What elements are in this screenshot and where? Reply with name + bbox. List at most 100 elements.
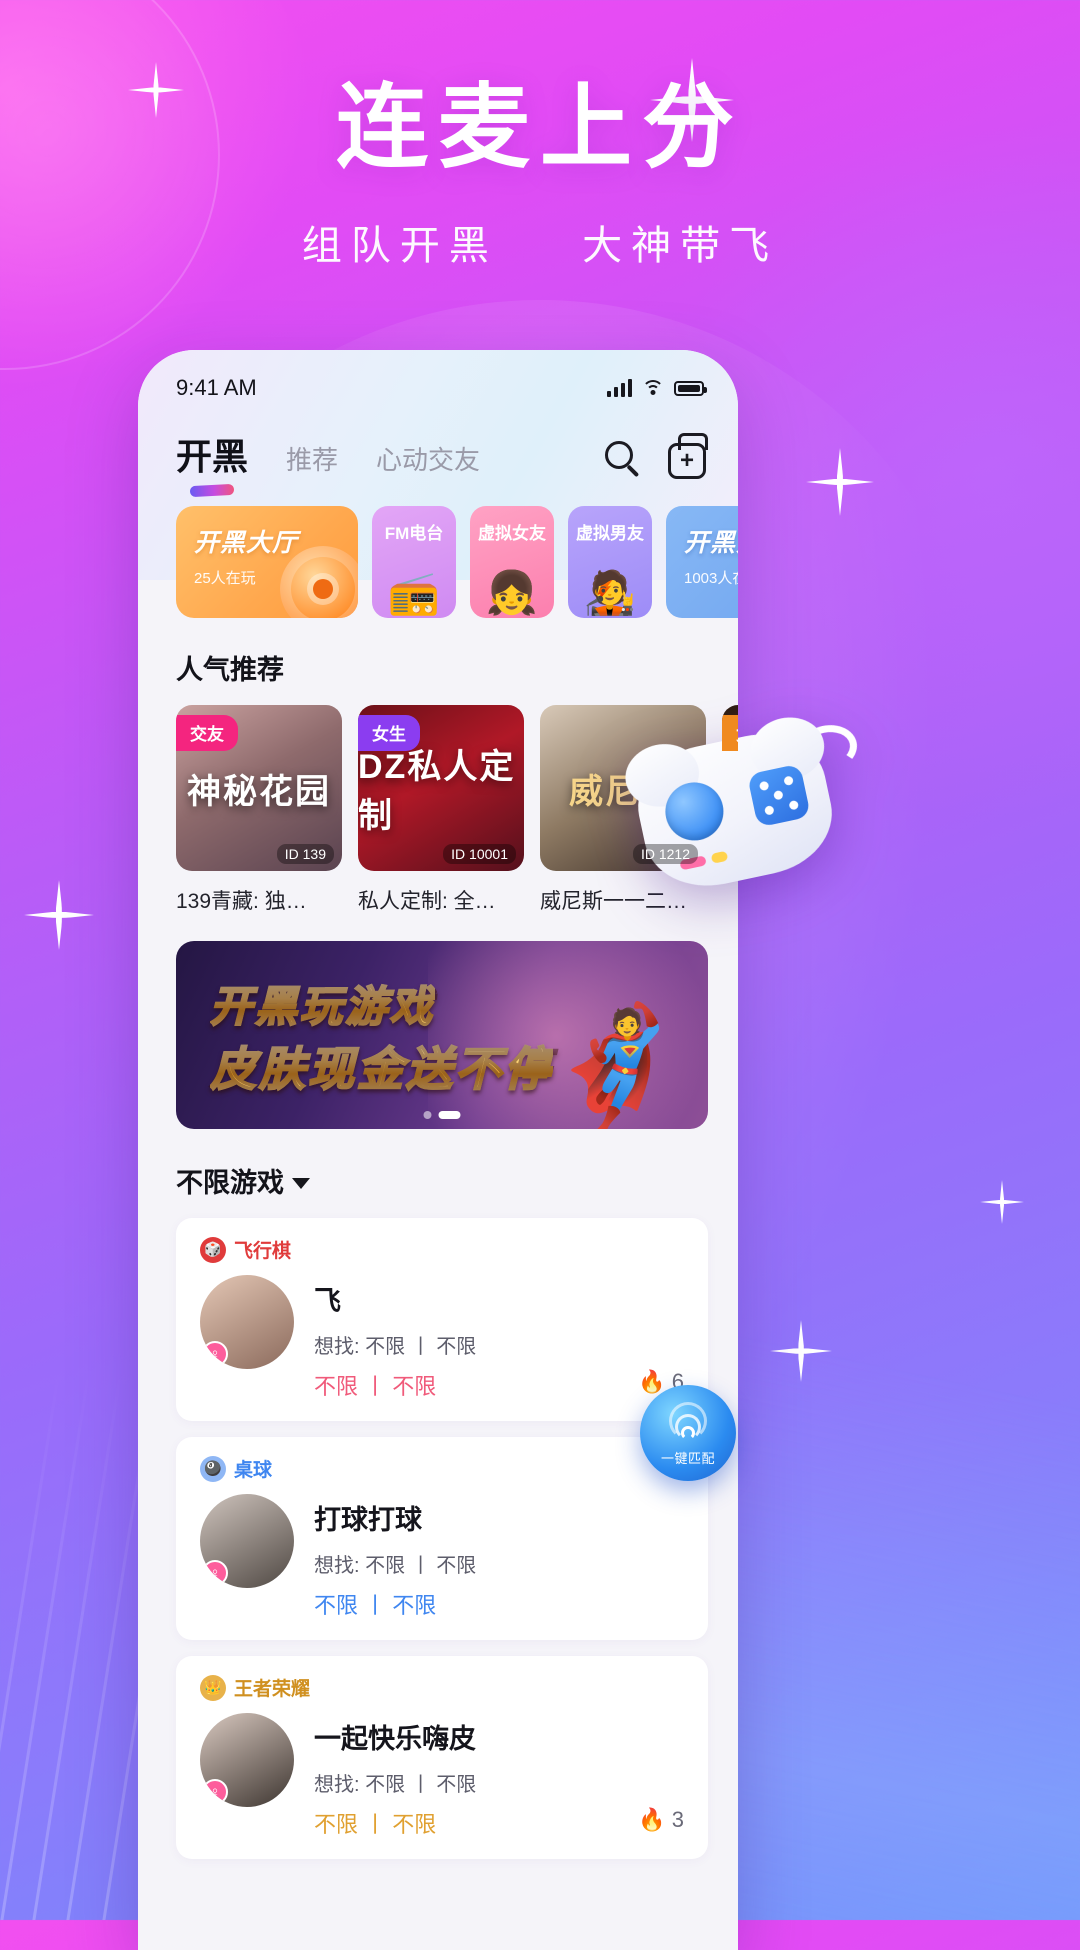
hero-subtitle-left: 组队开黑 — [301, 224, 498, 269]
girl-avatar-icon: 👧 — [485, 569, 539, 616]
popular-card-thumbnail: 女生 DZ私人定制 ID 10001 — [358, 705, 524, 871]
category-card-title: 虚拟女友 — [478, 524, 546, 543]
fire-icon: 🔥 — [638, 1369, 666, 1394]
room-want-label: 想找: 不限 丨 不限 — [314, 1555, 477, 1577]
popular-card-caption: 139青藏: 独… — [176, 890, 307, 913]
category-card-virtual-boyfriend[interactable]: 虚拟男友 🧑‍🎤 — [568, 506, 652, 618]
room-want-label: 想找: 不限 丨 不限 — [314, 1336, 477, 1358]
promo-banner[interactable]: 开黑玩游戏 皮肤现金送不停 🦸 — [176, 941, 708, 1129]
room-body: ♀ 一起快乐嗨皮 想找: 不限 丨 不限 不限 丨 不限 — [200, 1713, 686, 1839]
popular-card-caption: 私人定制: 全… — [358, 890, 496, 913]
room-title: 打球打球 — [314, 1505, 422, 1535]
hero-subtitle-right: 大神带飞 — [582, 224, 779, 269]
navbar-actions — [602, 433, 708, 484]
room-game-tag: 🎱 桌球 — [200, 1455, 272, 1482]
popular-card-id: ID 1212 — [632, 844, 698, 864]
room-info: 飞 想找: 不限 丨 不限 不限 丨 不限 — [314, 1275, 686, 1401]
category-card-virtual-girlfriend[interactable]: 虚拟女友 👧 — [470, 506, 554, 618]
room-body: ♀ 飞 想找: 不限 丨 不限 不限 丨 不限 — [200, 1275, 686, 1401]
room-game-name: 王者荣耀 — [234, 1679, 311, 1700]
tab-xindongjiaoyou[interactable]: 心动交友 — [376, 440, 480, 481]
tab-kaihei-label: 开黑 — [176, 436, 249, 477]
category-card-title: FM电台 — [384, 524, 444, 543]
category-row[interactable]: 开黑大厅 25人在玩 FM电台 📻 虚拟女友 👧 虚拟男友 🧑‍🎤 开黑大厅 1… — [138, 484, 738, 618]
tab-bar: 开黑 推荐 心动交友 — [176, 428, 602, 498]
banner-line-1: 开黑玩游戏 — [209, 973, 435, 1034]
room-want-label: 想找: 不限 丨 不限 — [314, 1774, 477, 1796]
hero-subtitle: 组队开黑 大神带飞 — [0, 213, 1080, 271]
room-tags: 不限 丨 不限 — [314, 1374, 437, 1399]
crown-icon: 👑 — [200, 1674, 226, 1701]
billiards-icon: 🎱 — [200, 1455, 226, 1482]
battery-icon — [674, 380, 707, 396]
tab-kaihei[interactable]: 开黑 — [176, 428, 249, 498]
room-title: 一起快乐嗨皮 — [314, 1724, 476, 1754]
search-button[interactable] — [602, 438, 644, 480]
popular-card-badge: 女生 — [722, 715, 738, 751]
popular-card-id: ID 10001 — [443, 844, 516, 864]
radio-icon: 📻 — [387, 569, 441, 616]
banner-pagination[interactable] — [423, 1111, 461, 1119]
popular-card-badge: 交友 — [176, 715, 238, 751]
boy-avatar-icon: 🧑‍🎤 — [583, 569, 637, 616]
gender-badge-female: ♀ — [202, 1341, 228, 1367]
category-card-subtitle: 1003人在玩 — [684, 570, 738, 587]
avatar[interactable]: ♀ — [200, 1713, 294, 1807]
category-card-title: 虚拟男友 — [576, 524, 644, 543]
phone-mockup: 9:41 AM 开黑 推荐 心动交友 + 开黑大厅 25人在玩 FM电台 📻 虚… — [138, 350, 738, 1950]
gender-badge-female: ♀ — [202, 1560, 228, 1586]
room-info: 一起快乐嗨皮 想找: 不限 丨 不限 不限 丨 不限 — [314, 1713, 686, 1839]
room-game-tag: 👑 王者荣耀 — [200, 1674, 310, 1701]
add-room-icon — [668, 433, 708, 479]
room-hot-count: 🔥 3 — [638, 1807, 684, 1833]
radar-icon — [665, 1400, 711, 1446]
popular-card[interactable]: 女生 DZ私人定制 ID 10001 私人定制: 全… — [358, 705, 524, 915]
avatar[interactable]: ♀ — [200, 1275, 294, 1369]
page-title: 连麦上分 — [335, 74, 744, 181]
gender-badge-female: ♀ — [202, 1779, 228, 1805]
popular-section-title: 人气推荐 — [176, 655, 284, 685]
status-bar-time: 9:41 AM — [176, 375, 257, 400]
hero-section: 连麦上分 组队开黑 大神带飞 — [0, 78, 1080, 271]
room-game-tag: 🎲 飞行棋 — [200, 1236, 291, 1263]
category-card-fm[interactable]: FM电台 📻 — [372, 506, 456, 618]
category-card-kaihei-hall-2[interactable]: 开黑大厅 1003人在玩 — [666, 506, 738, 618]
banner-character-icon: 🦸 — [540, 1002, 690, 1129]
avatar[interactable]: ♀ — [200, 1494, 294, 1588]
status-bar-indicators — [607, 379, 707, 397]
room-game-name: 桌球 — [234, 1460, 273, 1481]
popular-card[interactable]: 交友 神秘花园 ID 139 139青藏: 独… — [176, 705, 342, 915]
room-list-item[interactable]: 👑 王者荣耀 ♀ 一起快乐嗨皮 想找: 不限 丨 不限 不限 丨 不限 🔥 3 — [176, 1656, 708, 1859]
room-list: 🎲 飞行棋 ♀ 飞 想找: 不限 丨 不限 不限 丨 不限 🔥 6 🎱 桌球 ♀… — [138, 1200, 738, 1859]
chevron-down-icon — [292, 1177, 310, 1189]
tab-tuijian[interactable]: 推荐 — [286, 440, 338, 481]
banner-line-2: 皮肤现金送不停 — [209, 1033, 553, 1099]
status-bar: 9:41 AM — [138, 350, 738, 412]
wifi-icon — [642, 380, 664, 396]
signal-bars-icon — [607, 379, 632, 397]
one-key-match-button[interactable]: 一键匹配 — [640, 1385, 736, 1481]
room-game-name: 飞行棋 — [234, 1241, 292, 1262]
room-body: ♀ 打球打球 想找: 不限 丨 不限 不限 丨 不限 — [200, 1494, 686, 1620]
popular-card-thumbnail: 交友 神秘花园 ID 139 — [176, 705, 342, 871]
popular-card-id: ID 139 — [276, 844, 334, 864]
room-tags: 不限 丨 不限 — [314, 1593, 437, 1618]
dice-icon: 🎲 — [200, 1236, 226, 1263]
phone-screen: 9:41 AM 开黑 推荐 心动交友 + 开黑大厅 25人在玩 FM电台 📻 虚… — [138, 350, 738, 1950]
room-info: 打球打球 想找: 不限 丨 不限 不限 丨 不限 — [314, 1494, 686, 1620]
room-hot-value: 3 — [671, 1807, 684, 1832]
room-list-item[interactable]: 🎱 桌球 ♀ 打球打球 想找: 不限 丨 不限 不限 丨 不限 — [176, 1437, 708, 1640]
category-card-kaihei-hall[interactable]: 开黑大厅 25人在玩 — [176, 506, 358, 618]
one-key-match-label: 一键匹配 — [660, 1450, 715, 1466]
app-navbar: 开黑 推荐 心动交友 — [138, 412, 738, 498]
game-filter-label: 不限游戏 — [176, 1168, 284, 1198]
room-title: 飞 — [314, 1286, 341, 1316]
create-room-button[interactable] — [666, 433, 708, 480]
room-list-item[interactable]: 🎲 飞行棋 ♀ 飞 想找: 不限 丨 不限 不限 丨 不限 🔥 6 — [176, 1218, 708, 1421]
category-card-title: 开黑大厅 — [684, 529, 738, 557]
room-tags: 不限 丨 不限 — [314, 1812, 437, 1837]
popular-card-badge: 女生 — [358, 715, 420, 751]
fire-icon: 🔥 — [638, 1807, 666, 1832]
game-filter[interactable]: 不限游戏 — [138, 1129, 738, 1200]
search-icon — [605, 441, 633, 469]
